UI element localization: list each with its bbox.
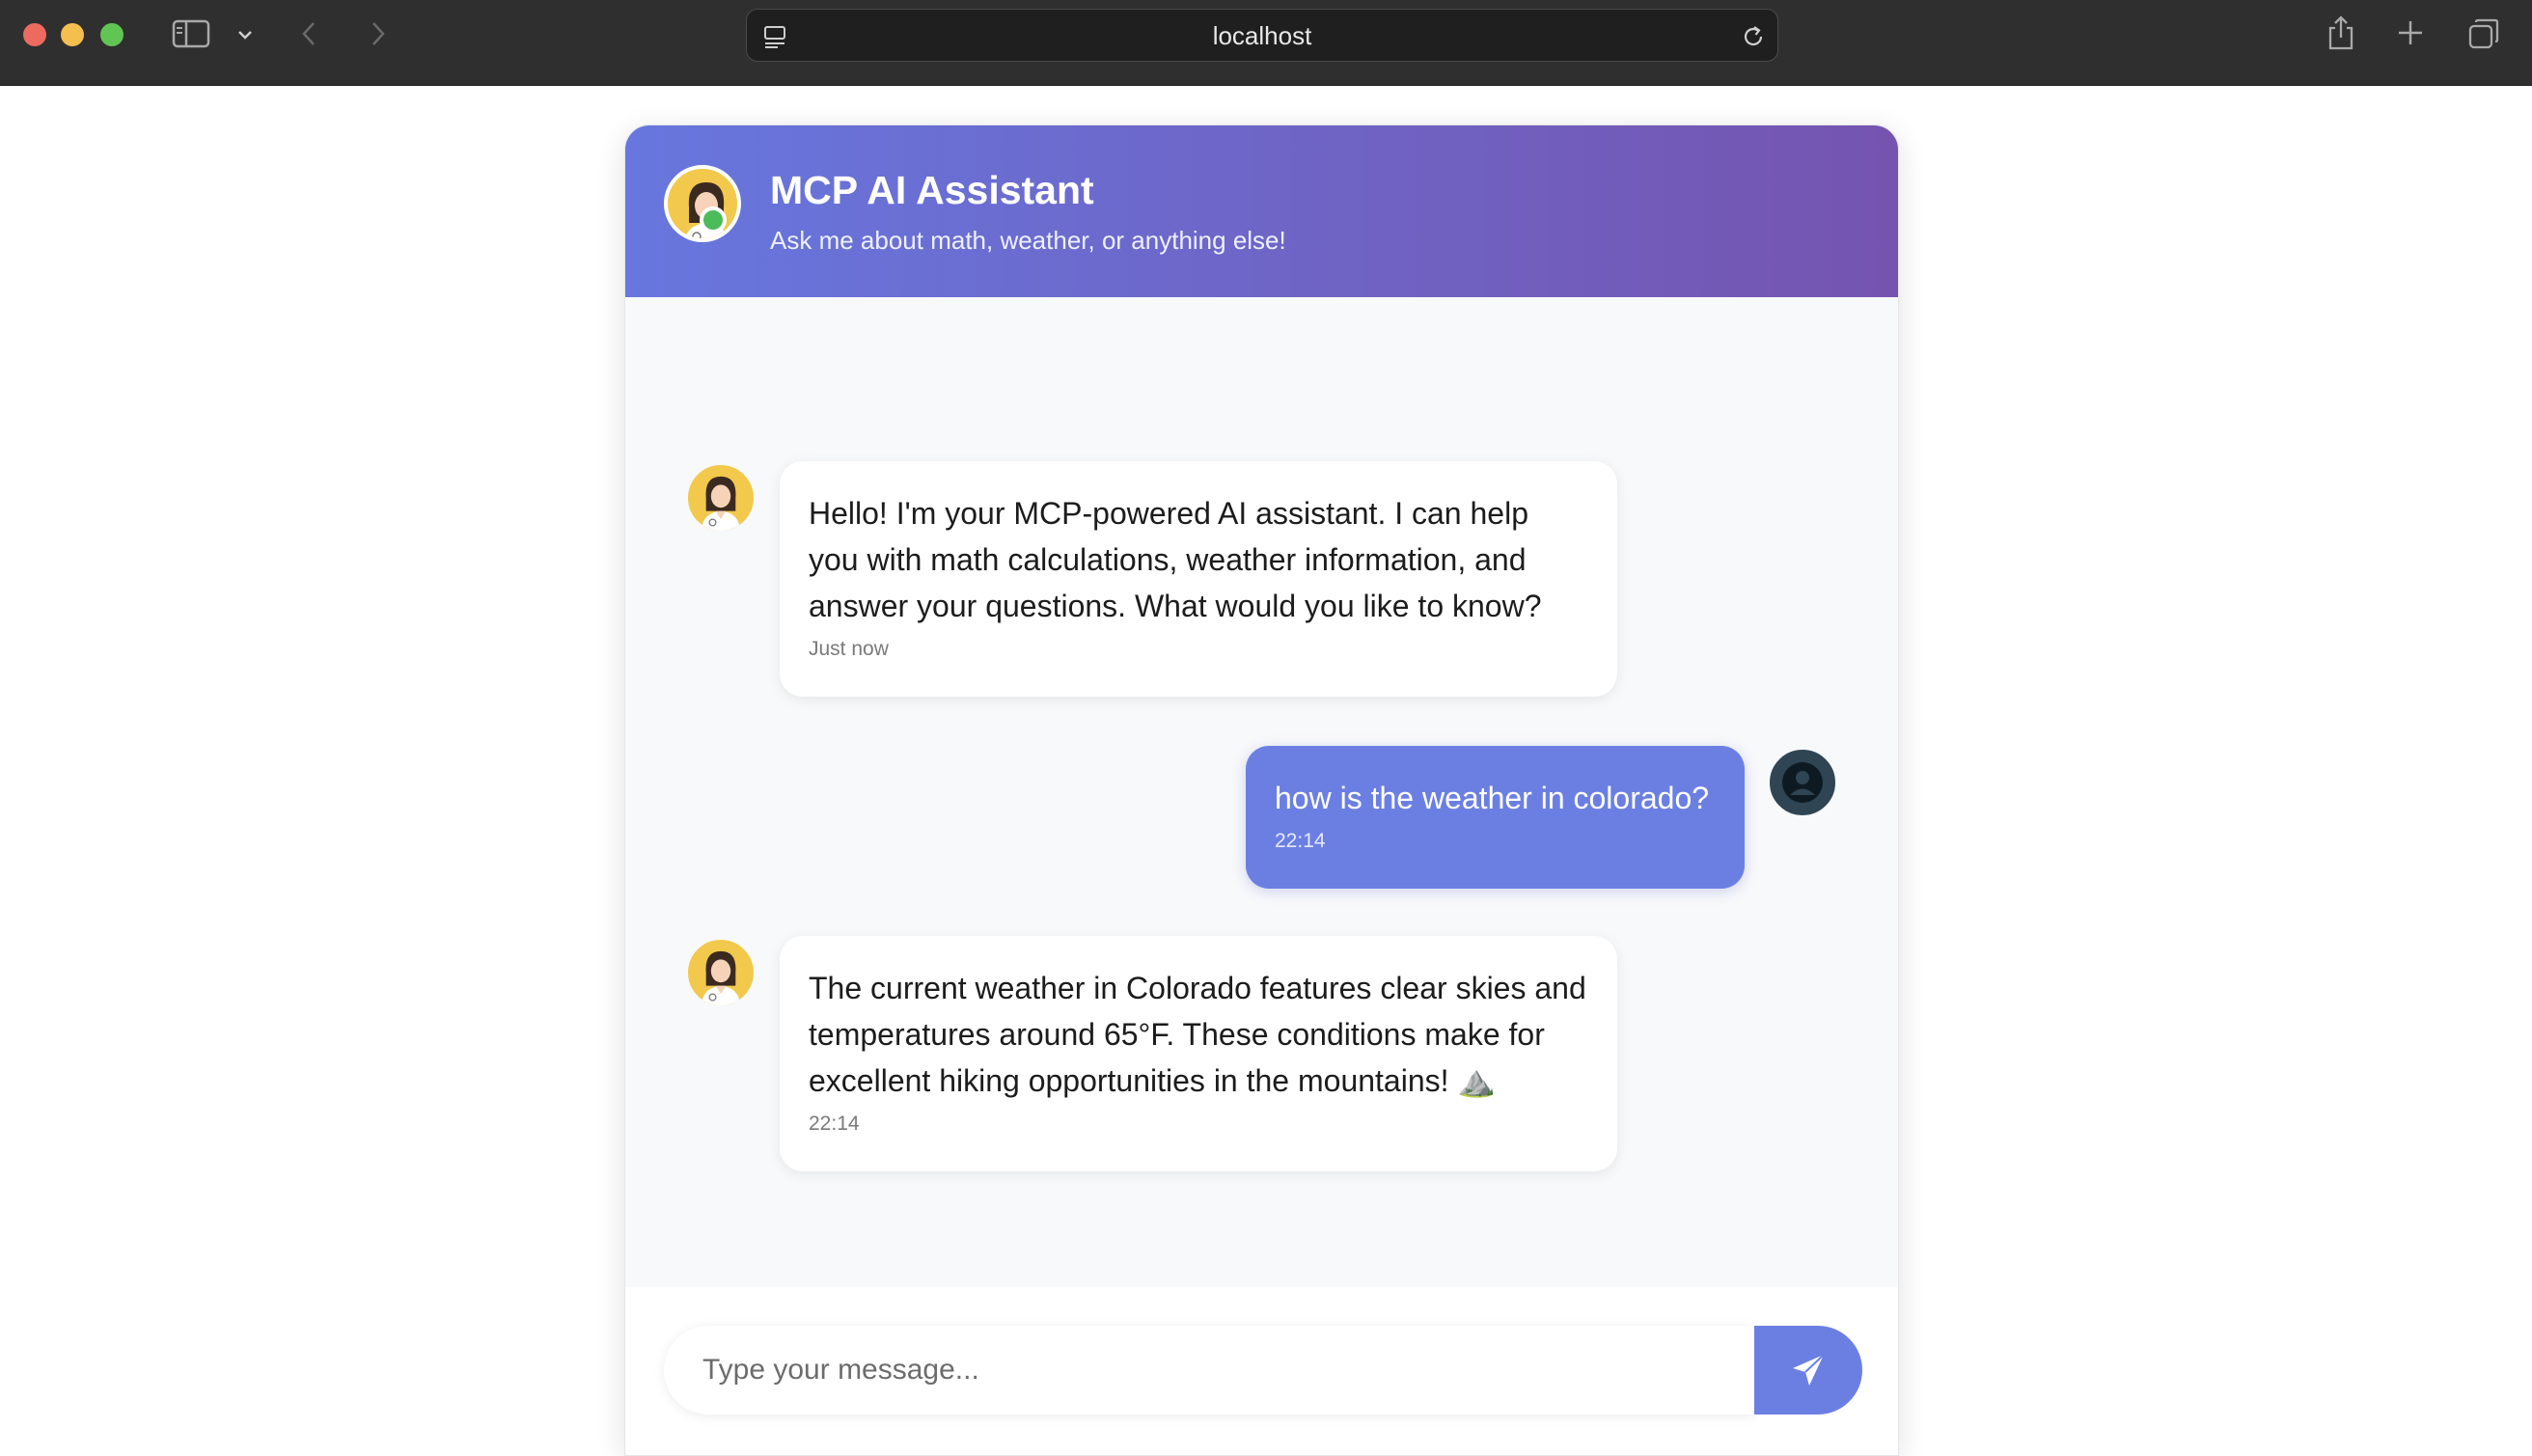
message-input-wrapper — [664, 1326, 1754, 1415]
chat-subtitle: Ask me about math, weather, or anything … — [770, 226, 1286, 255]
send-button[interactable] — [1754, 1326, 1862, 1415]
close-window-button[interactable] — [23, 23, 46, 46]
browser-toolbar: localhost — [0, 0, 2532, 86]
reload-icon[interactable] — [1739, 22, 1768, 51]
new-tab-icon[interactable] — [2393, 15, 2428, 50]
message-time: 22:14 — [1275, 830, 1326, 852]
message-time: 22:14 — [809, 1113, 860, 1135]
zoom-window-button[interactable] — [100, 23, 124, 46]
assistant-avatar-icon — [685, 937, 757, 1008]
minimize-window-button[interactable] — [61, 23, 84, 46]
message-input[interactable] — [702, 1326, 1745, 1415]
tabs-overview-icon[interactable] — [2465, 15, 2502, 52]
sidebar-icon[interactable] — [172, 17, 210, 50]
assistant-avatar-icon — [685, 462, 757, 534]
message-time: Just now — [809, 638, 889, 660]
chat-window: MCP AI Assistant Ask me about math, weat… — [624, 124, 1899, 1456]
chevron-down-icon[interactable] — [234, 23, 257, 46]
assistant-message: The current weather in Colorado features… — [780, 936, 1617, 1171]
message-text: how is the weather in colorado? — [1275, 781, 1710, 815]
message-list: Hello! I'm your MCP-powered AI assistant… — [625, 297, 1898, 1416]
back-icon[interactable] — [295, 17, 322, 50]
assistant-message: Hello! I'm your MCP-powered AI assistant… — [780, 461, 1617, 697]
send-icon — [1793, 1354, 1825, 1386]
online-status-indicator — [700, 206, 727, 234]
address-bar[interactable]: localhost — [746, 9, 1778, 62]
message-composer — [625, 1287, 1898, 1455]
message-text: The current weather in Colorado features… — [809, 971, 1586, 1098]
user-avatar-icon — [1767, 747, 1838, 818]
assistant-avatar-icon — [664, 165, 741, 242]
message-text: Hello! I'm your MCP-powered AI assistant… — [809, 496, 1542, 623]
url-text: localhost — [1212, 21, 1312, 50]
forward-icon[interactable] — [365, 17, 392, 50]
chat-header: MCP AI Assistant Ask me about math, weat… — [625, 125, 1898, 297]
chat-title: MCP AI Assistant — [770, 168, 1094, 212]
share-icon[interactable] — [2324, 14, 2358, 52]
user-message: how is the weather in colorado? 22:14 — [1246, 746, 1745, 889]
